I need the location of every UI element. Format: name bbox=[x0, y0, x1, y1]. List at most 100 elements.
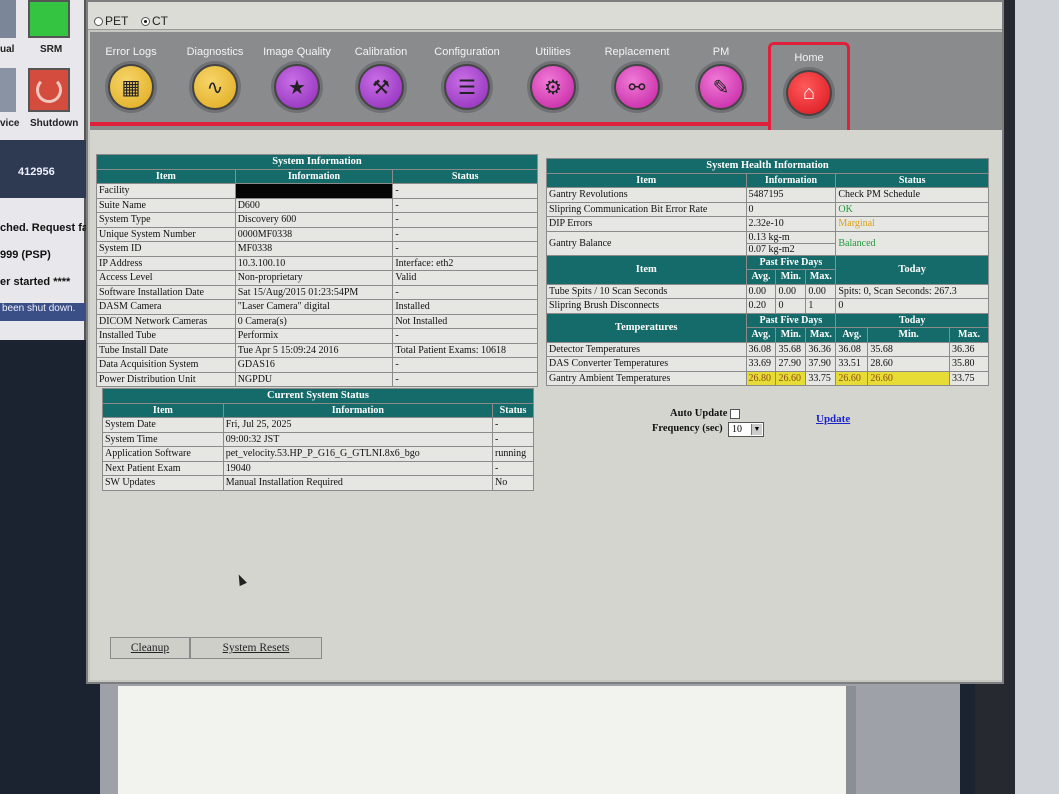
information-cell: "Laser Camera" digital bbox=[234, 299, 394, 315]
cell: 0.07 kg-m2 bbox=[745, 242, 837, 256]
nav-pm[interactable]: PM ✎ bbox=[678, 46, 764, 110]
device-icon[interactable] bbox=[0, 68, 16, 112]
redacted-cell bbox=[234, 183, 394, 199]
information-cell: Sat 15/Aug/2015 01:23:54PM bbox=[234, 284, 394, 300]
ct-radio[interactable]: CT bbox=[141, 14, 168, 28]
stethoscope-icon[interactable]: ∿ bbox=[192, 64, 238, 110]
cell: Spits: 0, Scan Seconds: 267.3 bbox=[835, 283, 989, 299]
nav-configuration[interactable]: Configuration ☰ bbox=[424, 46, 510, 110]
cell: 36.08 bbox=[835, 341, 869, 357]
shutdown-label: Shutdown bbox=[30, 118, 79, 129]
nav-replacement[interactable]: Replacement ⚯ bbox=[594, 46, 680, 110]
nav-image-quality[interactable]: Image Quality ★ bbox=[254, 46, 340, 110]
col-header: Max. bbox=[805, 269, 837, 285]
cell: 26.60 bbox=[835, 370, 869, 386]
item-cell: IP Address bbox=[96, 255, 236, 271]
background-window: ual SRM vice Shutdown 412956 ched. Reque… bbox=[0, 0, 88, 340]
nav-label: Error Logs bbox=[105, 46, 157, 58]
status-cell: - bbox=[392, 183, 538, 199]
nav-utilities[interactable]: Utilities ⚙ bbox=[510, 46, 596, 110]
item-cell: Application Software bbox=[102, 446, 224, 462]
current-status-table: Current System Status Item Information S… bbox=[102, 388, 534, 491]
hammer-icon[interactable]: ⚒ bbox=[358, 64, 404, 110]
log-line: 999 (PSP) bbox=[0, 249, 51, 261]
cell: 26.60 bbox=[775, 370, 807, 386]
nav-label: Home bbox=[794, 52, 824, 64]
lower-window-scrollbar[interactable] bbox=[846, 686, 856, 794]
cell: 26.60 bbox=[867, 370, 950, 386]
cell: 33.75 bbox=[805, 370, 837, 386]
status-cell: Interface: eth2 bbox=[392, 255, 538, 271]
status-cell: - bbox=[492, 460, 534, 476]
nav-label: Calibration bbox=[354, 46, 408, 58]
cleanup-button[interactable]: Cleanup bbox=[110, 637, 190, 659]
checklist-icon[interactable]: ☰ bbox=[444, 64, 490, 110]
cell: Detector Temperatures bbox=[546, 341, 747, 357]
monitor-star-icon[interactable]: ★ bbox=[274, 64, 320, 110]
nav-label: Utilities bbox=[535, 46, 571, 58]
toolbox-icon[interactable]: ⚙ bbox=[530, 64, 576, 110]
srm-icon[interactable] bbox=[28, 0, 70, 38]
tile-icon[interactable] bbox=[0, 0, 16, 38]
table-row: DASM Camera "Laser Camera" digital Install… bbox=[96, 299, 538, 315]
nav-label: Image Quality bbox=[263, 46, 331, 58]
radio-icon[interactable] bbox=[141, 16, 150, 26]
parts-icon[interactable]: ⚯ bbox=[614, 64, 660, 110]
table-row: Gantry Ambient Temperatures 26.80 26.60 33.… bbox=[546, 370, 989, 386]
frequency-select[interactable]: 10 ▼ bbox=[728, 422, 764, 437]
cell: 0.20 bbox=[745, 298, 777, 314]
item-cell: DASM Camera bbox=[96, 299, 236, 315]
chevron-down-icon[interactable]: ▼ bbox=[751, 424, 762, 435]
col-header: Avg. bbox=[745, 327, 777, 343]
radio-icon[interactable] bbox=[94, 16, 103, 26]
table-title: System Health Information bbox=[546, 158, 989, 174]
status-cell: - bbox=[392, 226, 538, 242]
col-header: Min. bbox=[775, 269, 807, 285]
information-cell: D600 bbox=[234, 197, 394, 213]
monitor-edge bbox=[1015, 0, 1059, 794]
information-cell: Tue Apr 5 15:09:24 2016 bbox=[234, 342, 394, 358]
device-label: vice bbox=[0, 118, 20, 129]
information-cell: 19040 bbox=[222, 460, 494, 476]
table-row: IP Address 10.3.100.10 Interface: eth2 bbox=[96, 255, 538, 271]
exam-number: 412956 bbox=[18, 166, 55, 178]
status-cell-ok: OK bbox=[835, 201, 989, 217]
grid-icon[interactable]: ▦ bbox=[108, 64, 154, 110]
col-header: Information bbox=[745, 172, 837, 188]
col-header: Avg. bbox=[835, 327, 869, 343]
col-header: Information bbox=[222, 402, 494, 418]
lower-window-body bbox=[118, 686, 846, 794]
cell: Tube Spits / 10 Scan Seconds bbox=[546, 283, 747, 299]
cell: 0 bbox=[835, 298, 989, 314]
nav-diagnostics[interactable]: Diagnostics ∿ bbox=[172, 46, 258, 110]
col-header: Item bbox=[96, 168, 236, 184]
nav-home[interactable]: Home ⌂ bbox=[766, 52, 852, 116]
item-cell: Suite Name bbox=[96, 197, 236, 213]
table-row: Access Level Non-proprietary Valid bbox=[96, 270, 538, 286]
status-cell: Installed bbox=[392, 299, 538, 315]
log-line-selected: been shut down. bbox=[0, 303, 86, 321]
item-cell: Tube Install Date bbox=[96, 342, 236, 358]
nav-calibration[interactable]: Calibration ⚒ bbox=[338, 46, 424, 110]
shutdown-icon[interactable] bbox=[28, 68, 70, 112]
nav-error-logs[interactable]: Error Logs ▦ bbox=[88, 46, 174, 110]
status-cell: - bbox=[392, 328, 538, 344]
auto-update-checkbox[interactable] bbox=[730, 408, 741, 419]
update-link[interactable]: Update bbox=[816, 413, 850, 425]
system-resets-button[interactable]: System Resets bbox=[190, 637, 322, 659]
cell: Gantry Revolutions bbox=[546, 187, 747, 203]
item-cell: Unique System Number bbox=[96, 226, 236, 242]
clipboard-tools-icon[interactable]: ✎ bbox=[698, 64, 744, 110]
cell: 36.08 bbox=[745, 341, 777, 357]
information-cell: NGPDU bbox=[234, 371, 394, 387]
col-header: Item bbox=[546, 254, 747, 285]
item-cell: Software Installation Date bbox=[96, 284, 236, 300]
item-cell: Facility bbox=[96, 183, 236, 199]
home-icon[interactable]: ⌂ bbox=[786, 70, 832, 116]
col-header: Temperatures bbox=[546, 312, 747, 343]
table-row: System ID MF0338- bbox=[96, 241, 538, 257]
status-cell: - bbox=[392, 284, 538, 300]
pet-radio[interactable]: PET bbox=[94, 14, 128, 28]
table-row: Facility - bbox=[96, 183, 538, 199]
tile-label: ual bbox=[0, 44, 15, 55]
